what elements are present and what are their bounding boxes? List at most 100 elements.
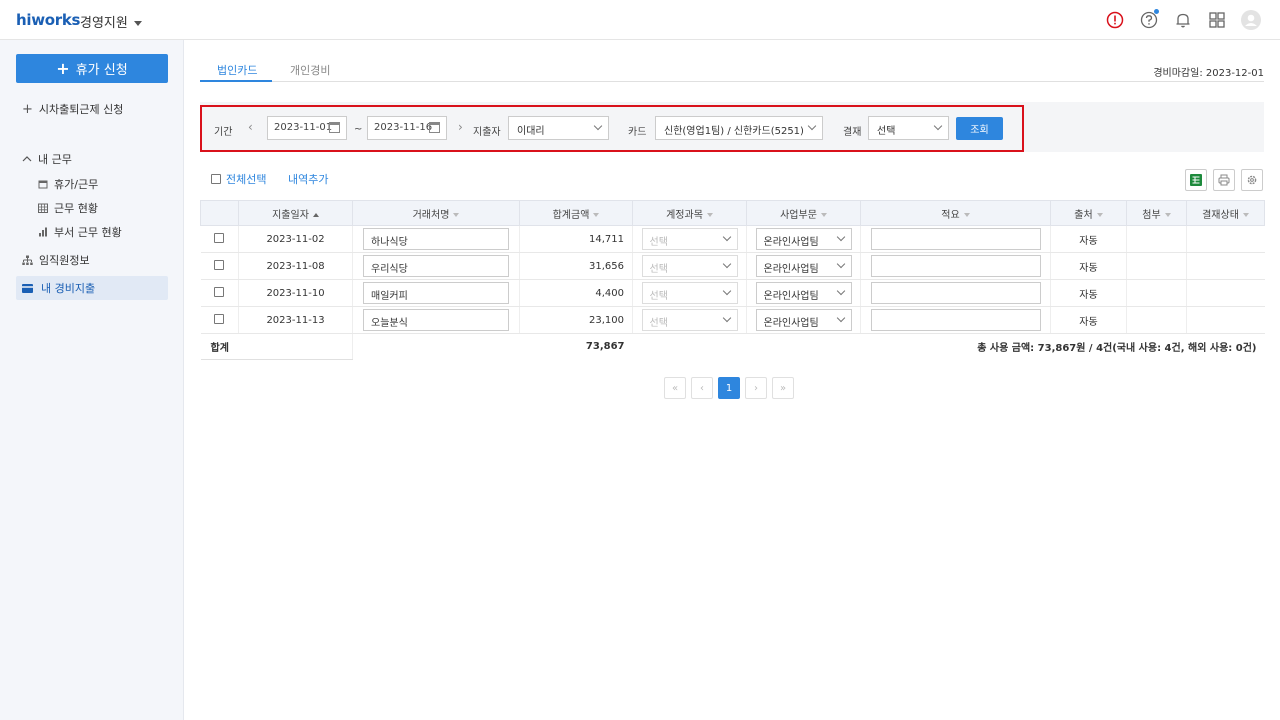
search-button[interactable]: 조회 (956, 117, 1003, 140)
memo-input[interactable] (870, 282, 1041, 304)
table-header-row: 지출일자 거래처명 합계금액 계정과목 사업부문 적요 출처 첨부 결재상태 (200, 200, 1265, 226)
select-all-checkbox[interactable] (211, 174, 221, 184)
vendor-input[interactable]: 오늘분식 (363, 309, 509, 331)
account-select[interactable]: 선택 (641, 282, 738, 304)
settings-button[interactable] (1241, 169, 1263, 191)
card-select[interactable]: 신한(영업1팀) / 신한카드(5251) (655, 116, 823, 140)
total-label: 합계 (200, 333, 353, 360)
table-row: 2023-11-10 매일커피 4,400 선택 온라인사업팀 자동 (200, 279, 1265, 307)
sidebar-item-vacation-work[interactable]: 휴가/근무 (38, 176, 98, 192)
sidebar-item-label: 휴가/근무 (54, 178, 99, 191)
sidebar-item-my-expense[interactable]: 내 경비지출 (16, 276, 168, 300)
column-header-date[interactable]: 지출일자 (238, 200, 353, 226)
alert-icon[interactable] (1104, 9, 1126, 31)
table-total-row: 합계 73,867 총 사용 금액: 73,867원 / 4건(국내 사용: 4… (200, 333, 1265, 360)
prev-period-icon[interactable]: ‹ (248, 120, 253, 134)
end-date-input[interactable]: 2023-11-16 (367, 116, 447, 140)
prev-page-button[interactable]: ‹ (691, 377, 713, 399)
chevron-down-icon (933, 121, 943, 131)
row-vendor-cell: 하나식당 (352, 225, 520, 253)
tab-personal-expense[interactable]: 개인경비 (290, 62, 330, 78)
row-checkbox[interactable] (214, 313, 225, 324)
work-section-toggle[interactable]: 내 근무 (22, 151, 72, 167)
row-checkbox[interactable] (214, 259, 225, 270)
sidebar-item-work-status[interactable]: 근무 현황 (38, 200, 98, 216)
print-button[interactable] (1213, 169, 1235, 191)
row-attachment (1126, 225, 1187, 253)
chevron-up-icon (22, 156, 32, 162)
column-header-amount[interactable]: 합계금액 (519, 200, 633, 226)
bell-icon[interactable] (1172, 9, 1194, 31)
total-spacer (353, 334, 520, 360)
column-header-division[interactable]: 사업부문 (746, 200, 861, 226)
column-header-approval-status[interactable]: 결재상태 (1186, 200, 1265, 226)
account-select[interactable]: 선택 (641, 228, 738, 250)
select-all-toggle[interactable]: 전체선택 (211, 171, 266, 187)
next-period-icon[interactable]: › (458, 120, 463, 134)
row-account-cell: 선택 (632, 225, 747, 253)
row-vendor-cell: 매일커피 (352, 279, 520, 307)
gear-icon (1247, 175, 1257, 185)
vendor-input[interactable]: 매일커피 (363, 282, 509, 304)
next-page-button[interactable]: › (745, 377, 767, 399)
vacation-request-button[interactable]: + 휴가 신청 (16, 54, 168, 83)
sidebar-item-dept-work-status[interactable]: 부서 근무 현황 (38, 224, 122, 240)
division-select[interactable]: 온라인사업팀 (755, 255, 852, 277)
column-header-attachment[interactable]: 첨부 (1126, 200, 1187, 226)
column-header-vendor[interactable]: 거래처명 (352, 200, 520, 226)
expense-deadline: 경비마감일: 2023-12-01 (1153, 68, 1264, 79)
column-header-source[interactable]: 출처 (1050, 200, 1127, 226)
row-division-cell: 온라인사업팀 (746, 252, 861, 280)
column-label: 지출일자 (272, 209, 309, 221)
column-header-memo[interactable]: 적요 (860, 200, 1051, 226)
row-source: 자동 (1050, 252, 1127, 280)
page-button-current[interactable]: 1 (718, 377, 740, 399)
row-date: 2023-11-10 (238, 279, 353, 307)
division-select[interactable]: 온라인사업팀 (755, 309, 852, 331)
sidebar-item-employee-info[interactable]: 임직원정보 (22, 252, 90, 268)
row-account-cell: 선택 (632, 279, 747, 307)
excel-icon (1190, 174, 1202, 186)
row-memo-cell (860, 252, 1051, 280)
first-page-button[interactable]: « (664, 377, 686, 399)
row-attachment (1126, 279, 1187, 307)
flex-request-link[interactable]: + 시차출퇴근제 신청 (22, 101, 123, 117)
excel-export-button[interactable] (1185, 169, 1207, 191)
chevron-down-icon (722, 313, 731, 323)
memo-input[interactable] (870, 309, 1041, 331)
add-item-link[interactable]: 내역추가 (288, 171, 328, 187)
account-select[interactable]: 선택 (641, 309, 738, 331)
table-row: 2023-11-13 오늘분식 23,100 선택 온라인사업팀 자동 (200, 306, 1265, 334)
division-value: 온라인사업팀 (763, 291, 819, 302)
division-select[interactable]: 온라인사업팀 (755, 228, 852, 250)
row-checkbox[interactable] (214, 286, 225, 297)
memo-input[interactable] (870, 228, 1041, 250)
vendor-input[interactable]: 하나식당 (363, 228, 509, 250)
table-row: 2023-11-02 하나식당 14,711 선택 온라인사업팀 자동 (200, 225, 1265, 253)
row-amount: 4,400 (519, 279, 633, 307)
sort-asc-icon (312, 212, 319, 217)
memo-input[interactable] (870, 255, 1041, 277)
account-select[interactable]: 선택 (641, 255, 738, 277)
logo[interactable]: hiworks (16, 11, 80, 29)
approval-select[interactable]: 선택 (868, 116, 949, 140)
tab-corporate-card[interactable]: 법인카드 (217, 62, 257, 78)
last-page-button[interactable]: » (772, 377, 794, 399)
division-select[interactable]: 온라인사업팀 (755, 282, 852, 304)
apps-grid-icon[interactable] (1206, 9, 1228, 31)
row-checkbox[interactable] (214, 232, 225, 243)
column-header-account[interactable]: 계정과목 (632, 200, 747, 226)
company-selector[interactable]: 경영지원 (80, 12, 142, 31)
row-division-cell: 온라인사업팀 (746, 225, 861, 253)
spender-select[interactable]: 이대리 (508, 116, 609, 140)
filter-bar: 기간 ‹ 2023-11-01 ~ 2023-11-16 › 지출자 이대리 카… (200, 102, 1264, 152)
start-date-input[interactable]: 2023-11-01 (267, 116, 347, 140)
vendor-input[interactable]: 우리식당 (363, 255, 509, 277)
sort-icon (1242, 212, 1249, 217)
sidebar: + 휴가 신청 + 시차출퇴근제 신청 내 근무 휴가/근무 근무 현황 부서 … (0, 40, 184, 720)
help-icon[interactable] (1138, 9, 1160, 31)
avatar-icon[interactable] (1240, 9, 1262, 31)
grid-calendar-icon (38, 203, 48, 213)
expense-table: 지출일자 거래처명 합계금액 계정과목 사업부문 적요 출처 첨부 결재상태 2… (200, 200, 1265, 360)
header-checkbox-cell (200, 200, 239, 226)
